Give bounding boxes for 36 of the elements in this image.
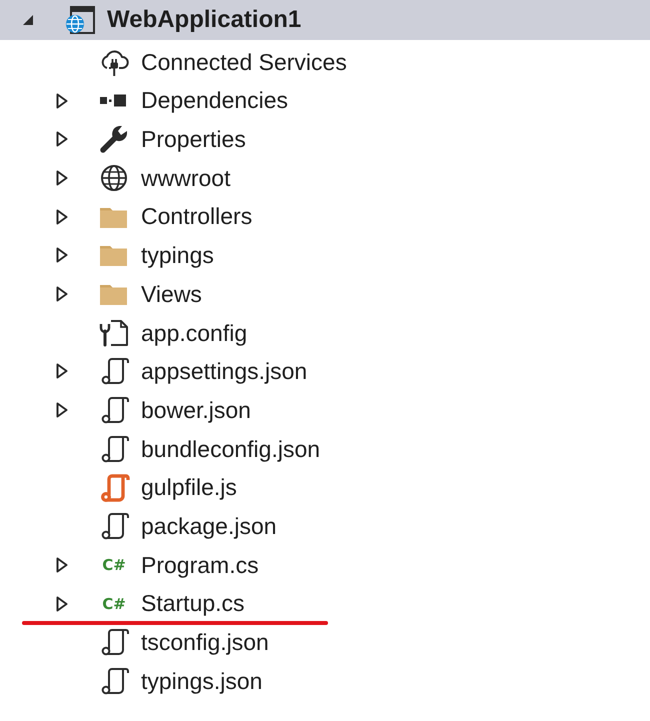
tree-item[interactable]: typings: [0, 236, 650, 275]
collapsed-arrow-icon[interactable]: [56, 286, 68, 302]
tree-item[interactable]: gulpfile.js: [0, 468, 650, 507]
config-file-icon: [98, 318, 130, 348]
tree-item[interactable]: app.config: [0, 313, 650, 352]
tree-item[interactable]: Views: [0, 274, 650, 314]
globe-icon: [98, 163, 130, 194]
collapsed-arrow-icon[interactable]: [56, 596, 68, 612]
script-file-icon: [98, 472, 130, 503]
tree-item[interactable]: WebApplication1: [0, 0, 650, 40]
web-project-icon: [64, 5, 96, 35]
expanded-arrow-icon[interactable]: [23, 15, 33, 25]
wrench-icon: [98, 124, 130, 154]
collapsed-arrow-icon[interactable]: [56, 247, 68, 264]
tree-item[interactable]: package.json: [0, 506, 650, 546]
tree-item[interactable]: C# Startup.cs: [0, 584, 650, 623]
tree-item[interactable]: tsconfig.json: [0, 622, 650, 662]
tree-item[interactable]: Properties: [0, 120, 650, 159]
tree-item[interactable]: bower.json: [0, 390, 650, 430]
collapsed-arrow-icon[interactable]: [56, 556, 68, 573]
tree-item[interactable]: C# Program.cs: [0, 546, 650, 584]
collapsed-arrow-icon[interactable]: [56, 208, 68, 225]
csharp-file-icon: C#: [98, 550, 130, 580]
tree-item[interactable]: typings.json: [0, 662, 650, 700]
csharp-file-icon: C#: [98, 588, 130, 619]
tree-item[interactable]: bundleconfig.json: [0, 430, 650, 468]
collapsed-arrow-icon[interactable]: [56, 363, 68, 380]
collapsed-arrow-icon[interactable]: [56, 131, 68, 148]
tree-item[interactable]: appsettings.json: [0, 352, 650, 391]
collapsed-arrow-icon[interactable]: [56, 170, 68, 186]
tree-item[interactable]: Dependencies: [0, 81, 650, 120]
tree-item[interactable]: Controllers: [0, 197, 650, 236]
collapsed-arrow-icon[interactable]: [56, 402, 68, 418]
tree-item[interactable]: wwwroot: [0, 158, 650, 198]
tree-item[interactable]: Connected Services: [0, 42, 650, 82]
collapsed-arrow-icon[interactable]: [56, 92, 68, 109]
